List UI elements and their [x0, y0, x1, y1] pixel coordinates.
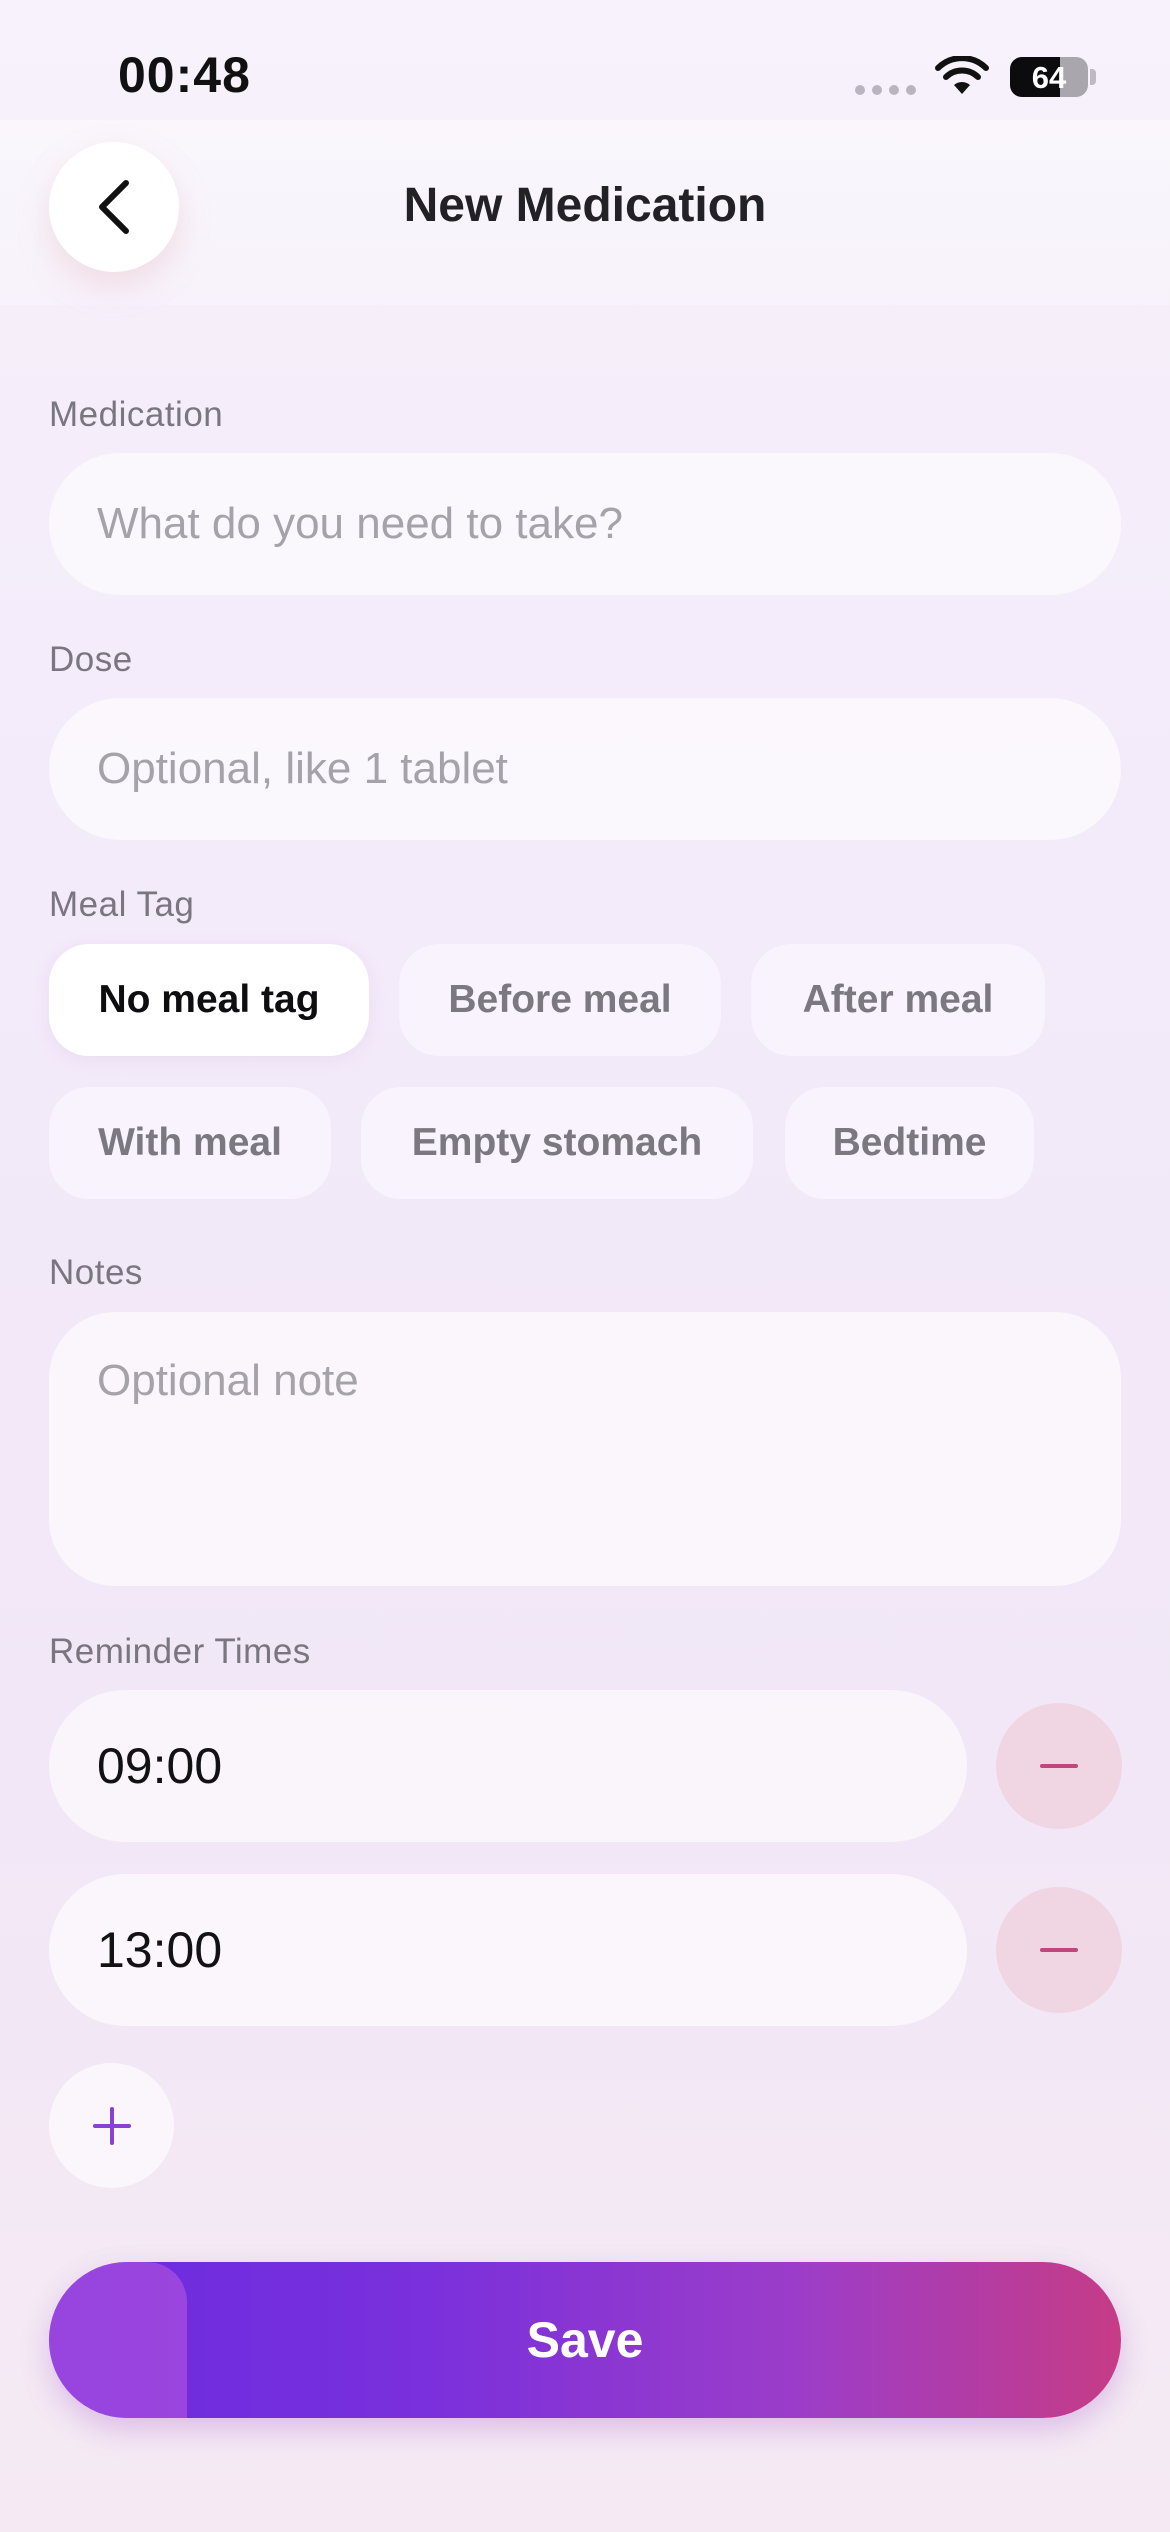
reminder-time-row[interactable]: 09:00 [49, 1690, 967, 1842]
reminder-time-value: 09:00 [97, 1738, 223, 1794]
battery-level: 64 [1031, 60, 1067, 95]
dose-input[interactable] [49, 698, 1121, 840]
meal-tag-chip-no-meal-tag[interactable]: No meal tag [49, 944, 369, 1056]
dose-label: Dose [49, 640, 133, 679]
page-title: New Medication [403, 179, 767, 232]
medication-label: Medication [49, 395, 224, 434]
meal-tag-chip-before-meal[interactable]: Before meal [399, 944, 721, 1056]
save-button[interactable]: Save [49, 2262, 1121, 2418]
meal-tag-chip-after-meal[interactable]: After meal [751, 944, 1045, 1056]
meal-tag-chip-with-meal[interactable]: With meal [49, 1087, 331, 1199]
meal-tag-chip-bedtime[interactable]: Bedtime [785, 1087, 1034, 1199]
meal-tag-chip-empty-stomach[interactable]: Empty stomach [361, 1087, 753, 1199]
notes-input[interactable] [49, 1312, 1121, 1586]
reminder-time-value: 13:00 [97, 1922, 223, 1978]
save-button-accent [49, 2262, 187, 2418]
reminder-times-label: Reminder Times [49, 1632, 311, 1671]
status-time: 00:48 [118, 47, 251, 103]
battery-cap [1090, 69, 1096, 85]
cellular-signal-icon [855, 85, 916, 95]
reminder-time-row[interactable]: 13:00 [49, 1874, 967, 2026]
meal-tag-label: Meal Tag [49, 885, 195, 924]
notes-label: Notes [49, 1253, 143, 1292]
medication-input[interactable] [49, 453, 1121, 595]
remove-reminder-button[interactable] [996, 1887, 1122, 2013]
minus-icon [1040, 1764, 1078, 1768]
remove-reminder-button[interactable] [996, 1703, 1122, 1829]
plus-icon [92, 2106, 131, 2145]
wifi-icon [935, 56, 989, 94]
minus-icon [1040, 1948, 1078, 1952]
save-button-label: Save [526, 2312, 644, 2368]
add-reminder-button[interactable] [49, 2063, 174, 2188]
battery-icon: 64 [1010, 57, 1088, 97]
status-bar: 00:48 64 [0, 0, 1170, 140]
